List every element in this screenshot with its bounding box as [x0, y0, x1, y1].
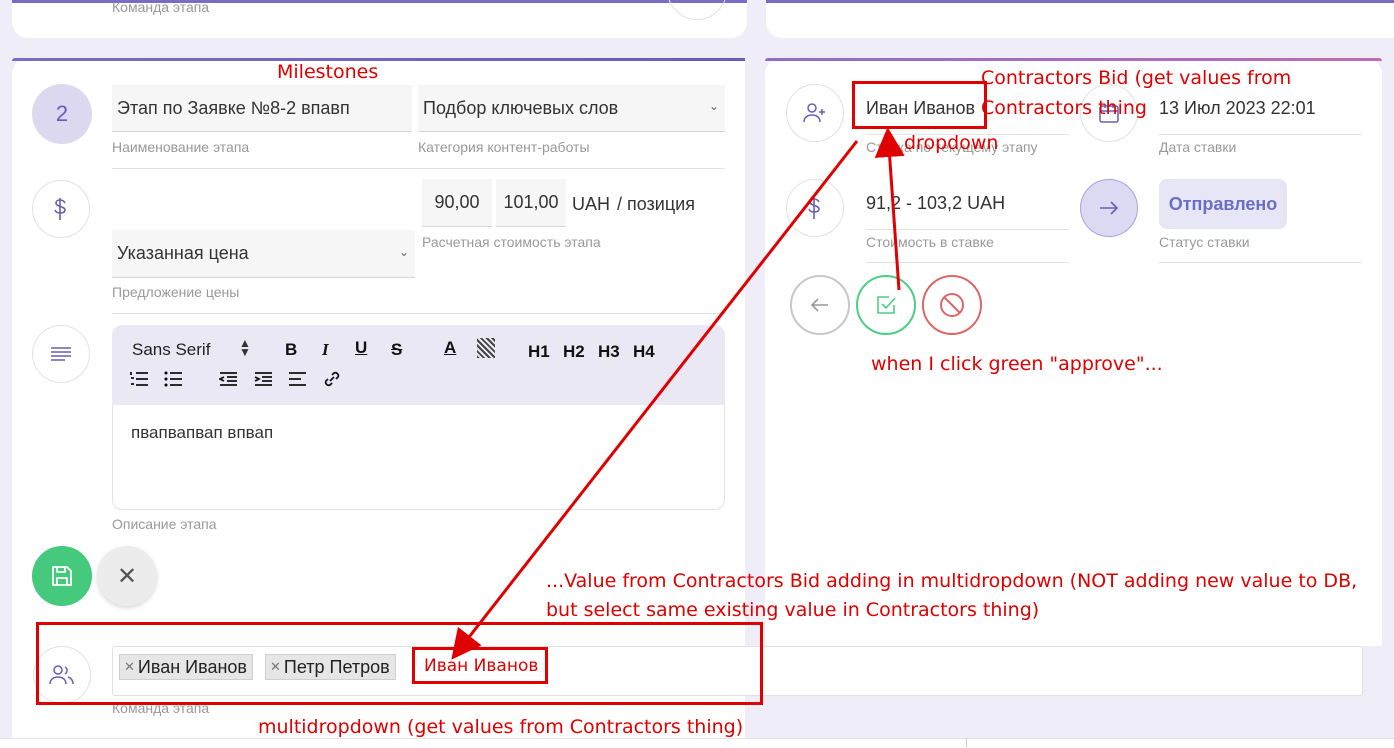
- annotation-arrows: [451, 127, 905, 660]
- annotation-arrow-to-bid: [874, 127, 905, 291]
- annotation-arrow-to-team: [451, 140, 859, 660]
